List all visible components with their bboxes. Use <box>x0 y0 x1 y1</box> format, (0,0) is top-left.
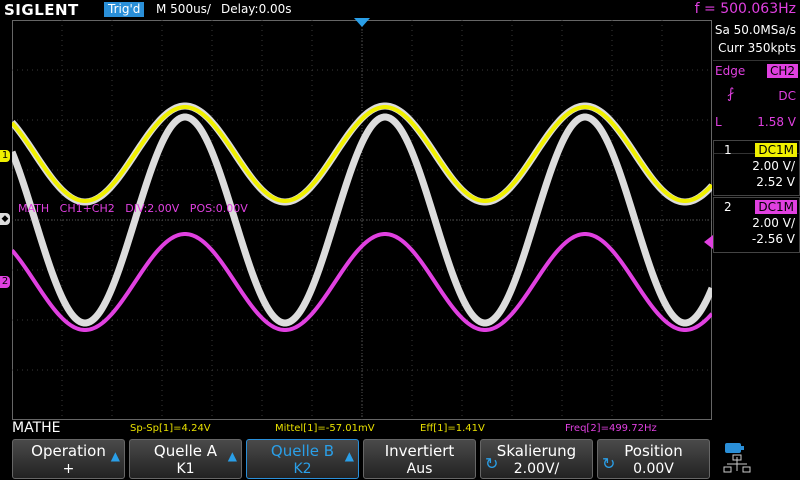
memory-depth: Curr 350kpts <box>718 41 796 55</box>
menu-title: MATHE <box>12 420 61 436</box>
trigger-position-marker[interactable] <box>354 18 370 28</box>
timebase-readout: M 500us/ <box>156 2 211 16</box>
right-info-panel: Sa 50.0MSa/s Curr 350kpts Edge CH2 ⨏ DC … <box>713 20 800 420</box>
softkey-value: K1 <box>176 461 195 477</box>
scale-softkey[interactable]: ↻ Skalierung 2.00V/ <box>480 439 593 479</box>
brand-logo: SIGLENT <box>4 1 79 19</box>
softkey-value: K2 <box>293 461 312 477</box>
softkey-bar: Operation + ▲ Quelle A K1 ▲ Quelle B K2 … <box>0 437 800 480</box>
measurement-freq: Freq[2]=499.72Hz <box>565 423 657 434</box>
softkey-label: Quelle A <box>153 442 218 460</box>
sample-rate: Sa 50.0MSa/s <box>714 23 796 37</box>
ch1-info-box[interactable]: 1 DC1M 2.00 V/ 2.52 V <box>713 140 800 196</box>
waveform-grid <box>12 20 712 420</box>
trigger-type: Edge <box>715 64 746 78</box>
operation-softkey[interactable]: Operation + ▲ <box>12 439 125 479</box>
softkey-label: Quelle B <box>270 442 335 460</box>
softkey-label: Operation <box>31 442 106 460</box>
up-arrow-icon: ▲ <box>344 449 354 463</box>
network-icon <box>723 443 751 473</box>
ch2-number: 2 <box>724 200 732 214</box>
softkey-value: 2.00V/ <box>513 461 560 477</box>
trigger-level-value: 1.58 V <box>757 115 796 129</box>
ch2-scale: 2.00 V/ <box>752 216 795 230</box>
softkey-label: Position <box>624 442 683 460</box>
ch2-offset: -2.56 V <box>751 232 795 246</box>
up-arrow-icon: ▲ <box>110 449 120 463</box>
source-b-softkey[interactable]: Quelle B K2 ▲ <box>246 439 359 479</box>
rising-edge-icon: ⨏ <box>727 86 735 102</box>
ch1-number: 1 <box>724 143 732 157</box>
softkey-value: 0.00V <box>633 461 674 477</box>
ch1-scale: 2.00 V/ <box>752 159 795 173</box>
measurement-bar: MATHE Sp-Sp[1]=4.24V Mittel[1]=-57.01mV … <box>0 420 800 437</box>
softkey-label: Invertiert <box>384 442 455 460</box>
ch1-offset: 2.52 V <box>756 175 795 189</box>
up-arrow-icon: ▲ <box>227 449 237 463</box>
softkey-value: + <box>62 461 75 477</box>
ch2-info-box[interactable]: 2 DC1M 2.00 V/ -2.56 V <box>713 197 800 253</box>
measurement-pkpk: Sp-Sp[1]=4.24V <box>130 423 211 434</box>
measurement-rms: Eff[1]=1.41V <box>420 423 485 434</box>
invert-softkey[interactable]: Invertiert Aus <box>363 439 476 479</box>
delay-readout: Delay:0.00s <box>221 2 292 16</box>
ch2-coupling-badge: DC1M <box>755 200 797 214</box>
ch1-offset-marker[interactable]: 1 <box>0 150 10 162</box>
trigger-level-label: L <box>715 115 722 129</box>
measurement-mean: Mittel[1]=-57.01mV <box>275 423 375 434</box>
trigger-level-marker[interactable] <box>704 235 713 249</box>
math-offset-marker[interactable]: ◆ <box>0 213 10 225</box>
position-softkey[interactable]: ↻ Position 0.00V <box>597 439 710 479</box>
trigger-source-badge: CH2 <box>766 64 798 78</box>
math-channel-label: MATH CH1+CH2 DIV:2.00V POS:0.00V <box>18 202 248 215</box>
source-a-softkey[interactable]: Quelle A K1 ▲ <box>129 439 242 479</box>
ch2-offset-marker[interactable]: 2 <box>0 276 10 288</box>
trigger-status-badge: Trig'd <box>104 2 145 17</box>
ch1-coupling-badge: DC1M <box>755 143 797 157</box>
softkey-label: Skalierung <box>496 442 577 460</box>
softkey-value: Aus <box>406 461 433 477</box>
waveform-display[interactable] <box>12 20 712 420</box>
top-status-bar: SIGLENT Trig'd M 500us/ Delay:0.00s f = … <box>0 0 800 20</box>
frequency-counter: f = 500.063Hz <box>694 1 796 17</box>
trigger-coupling: DC <box>778 89 796 103</box>
